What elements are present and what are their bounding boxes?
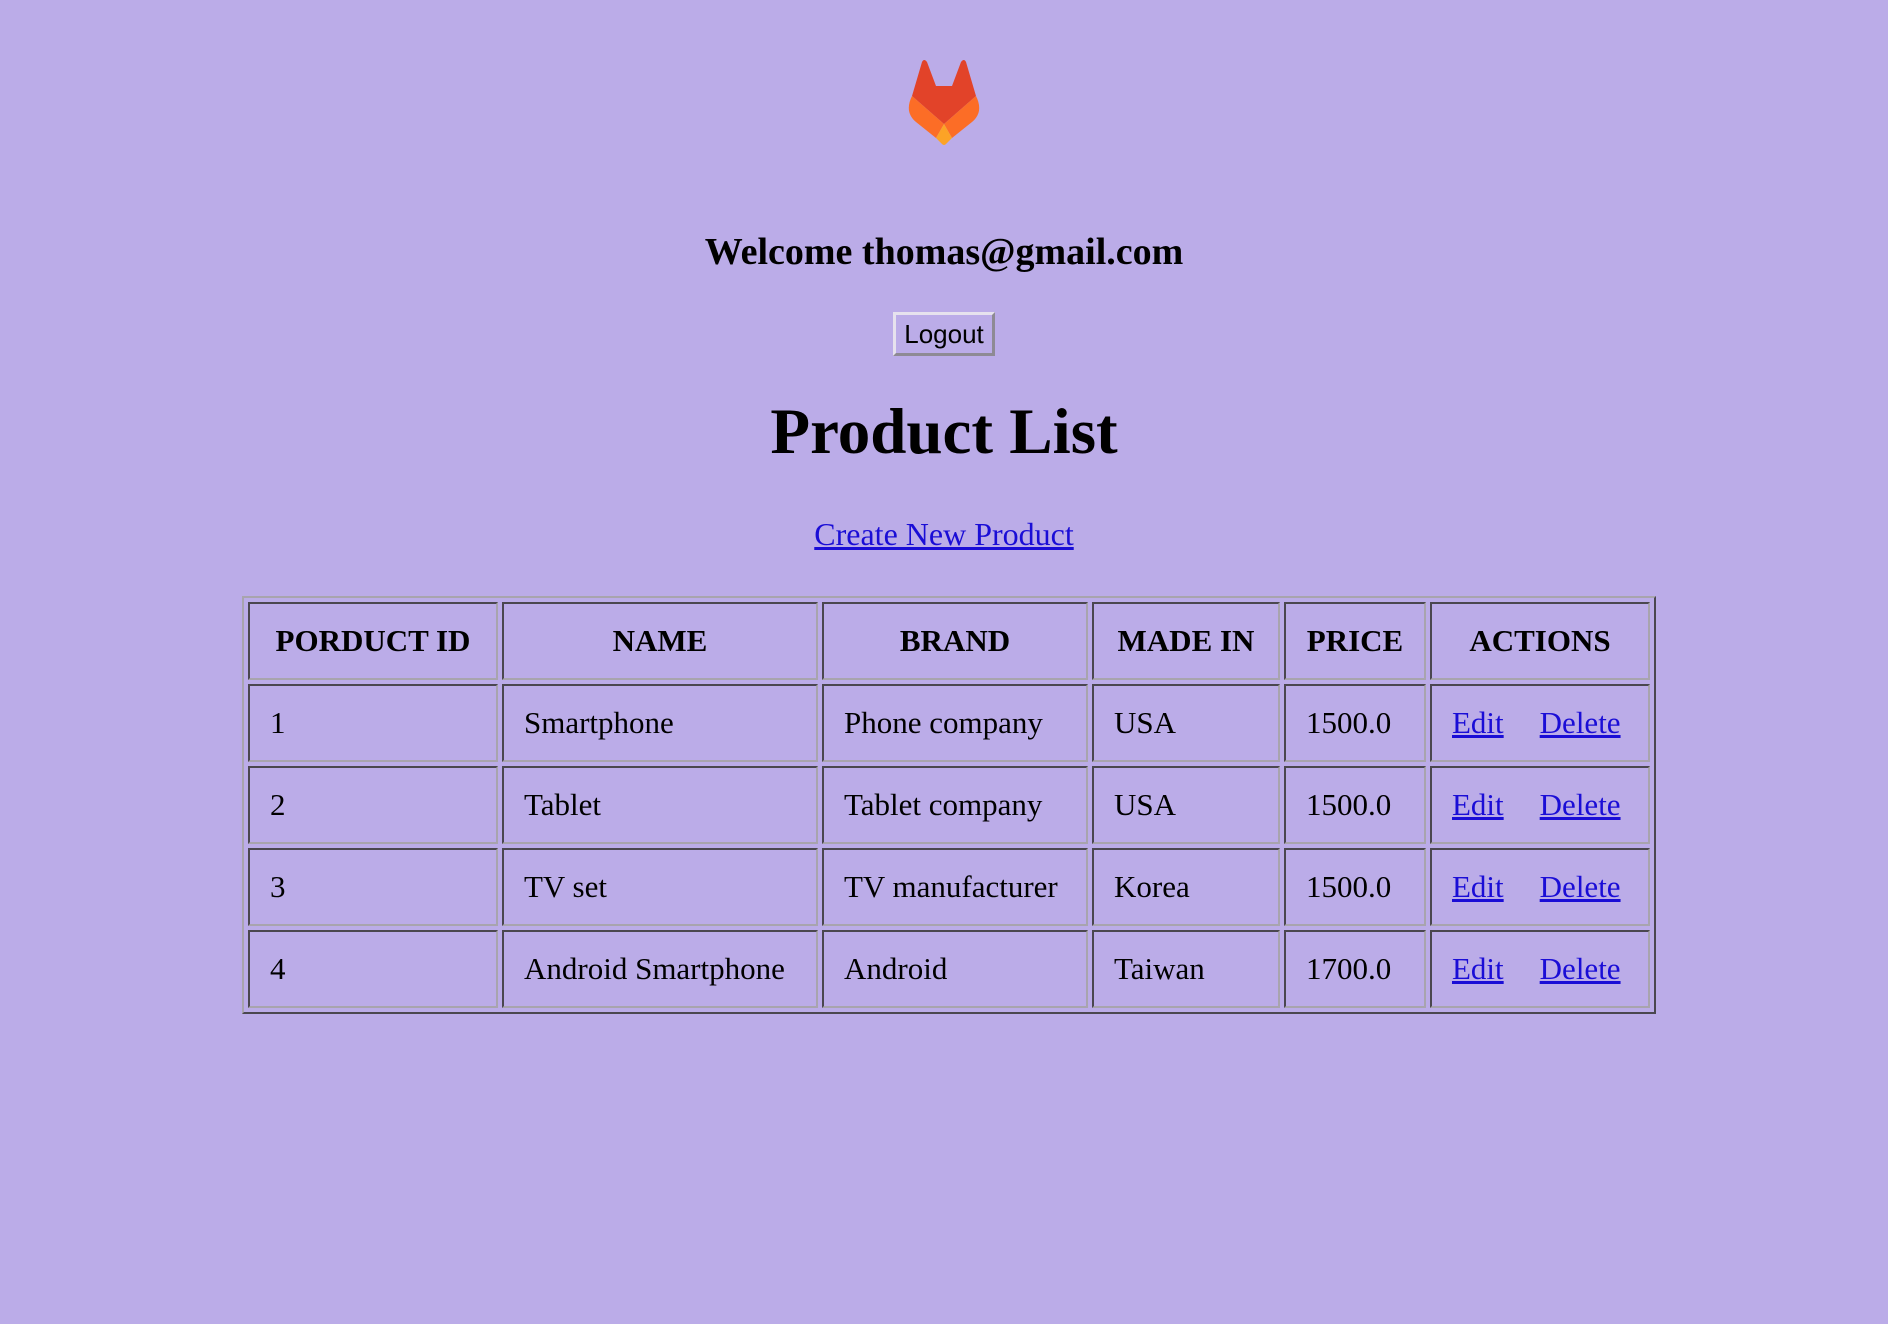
product-brand-cell: TV manufacturer	[822, 848, 1088, 926]
table-row: 3 TV set TV manufacturer Korea 1500.0 Ed…	[248, 848, 1650, 926]
edit-link[interactable]: Edit	[1452, 869, 1504, 904]
product-id-cell: 3	[248, 848, 498, 926]
product-made-in-cell: Taiwan	[1092, 930, 1280, 1008]
product-price-cell: 1500.0	[1284, 848, 1426, 926]
edit-link[interactable]: Edit	[1452, 705, 1504, 740]
product-id-cell: 4	[248, 930, 498, 1008]
logout-form: Logout	[0, 312, 1888, 356]
column-header-brand: BRAND	[822, 602, 1088, 680]
product-price-cell: 1500.0	[1284, 684, 1426, 762]
product-id-cell: 2	[248, 766, 498, 844]
product-table-container: PORDUCT ID NAME BRAND MADE IN PRICE ACTI…	[242, 596, 1656, 1014]
column-header-price: PRICE	[1284, 602, 1426, 680]
product-actions-cell: Edit Delete	[1430, 766, 1650, 844]
table-row: 2 Tablet Tablet company USA 1500.0 Edit D…	[248, 766, 1650, 844]
product-price-cell: 1700.0	[1284, 930, 1426, 1008]
page-title: Product List	[770, 396, 1118, 468]
column-header-made-in: MADE IN	[1092, 602, 1280, 680]
column-header-name: NAME	[502, 602, 818, 680]
product-brand-cell: Tablet company	[822, 766, 1088, 844]
column-header-actions: ACTIONS	[1430, 602, 1650, 680]
column-header-product-id: PORDUCT ID	[248, 602, 498, 680]
delete-link[interactable]: Delete	[1540, 951, 1621, 986]
product-name-cell: Tablet	[502, 766, 818, 844]
delete-link[interactable]: Delete	[1540, 705, 1621, 740]
edit-link[interactable]: Edit	[1452, 951, 1504, 986]
product-actions-cell: Edit Delete	[1430, 930, 1650, 1008]
product-brand-cell: Phone company	[822, 684, 1088, 762]
product-brand-cell: Android	[822, 930, 1088, 1008]
table-row: 1 Smartphone Phone company USA 1500.0 Ed…	[248, 684, 1650, 762]
delete-link[interactable]: Delete	[1540, 787, 1621, 822]
product-made-in-cell: USA	[1092, 766, 1280, 844]
product-id-cell: 1	[248, 684, 498, 762]
create-link-container: Create New Product	[0, 514, 1888, 554]
table-header-row: PORDUCT ID NAME BRAND MADE IN PRICE ACTI…	[248, 602, 1650, 680]
product-actions-cell: Edit Delete	[1430, 848, 1650, 926]
product-price-cell: 1500.0	[1284, 766, 1426, 844]
delete-link[interactable]: Delete	[1540, 869, 1621, 904]
product-made-in-cell: USA	[1092, 684, 1280, 762]
product-name-cell: TV set	[502, 848, 818, 926]
logout-button[interactable]: Logout	[893, 312, 995, 356]
product-actions-cell: Edit Delete	[1430, 684, 1650, 762]
product-name-cell: Android Smartphone	[502, 930, 818, 1008]
create-new-product-link[interactable]: Create New Product	[814, 516, 1073, 552]
gitlab-logo-icon	[908, 60, 980, 145]
edit-link[interactable]: Edit	[1452, 787, 1504, 822]
product-table: PORDUCT ID NAME BRAND MADE IN PRICE ACTI…	[242, 596, 1656, 1014]
welcome-message: Welcome thomas@gmail.com	[704, 231, 1184, 273]
product-name-cell: Smartphone	[502, 684, 818, 762]
product-made-in-cell: Korea	[1092, 848, 1280, 926]
table-row: 4 Android Smartphone Android Taiwan 1700…	[248, 930, 1650, 1008]
